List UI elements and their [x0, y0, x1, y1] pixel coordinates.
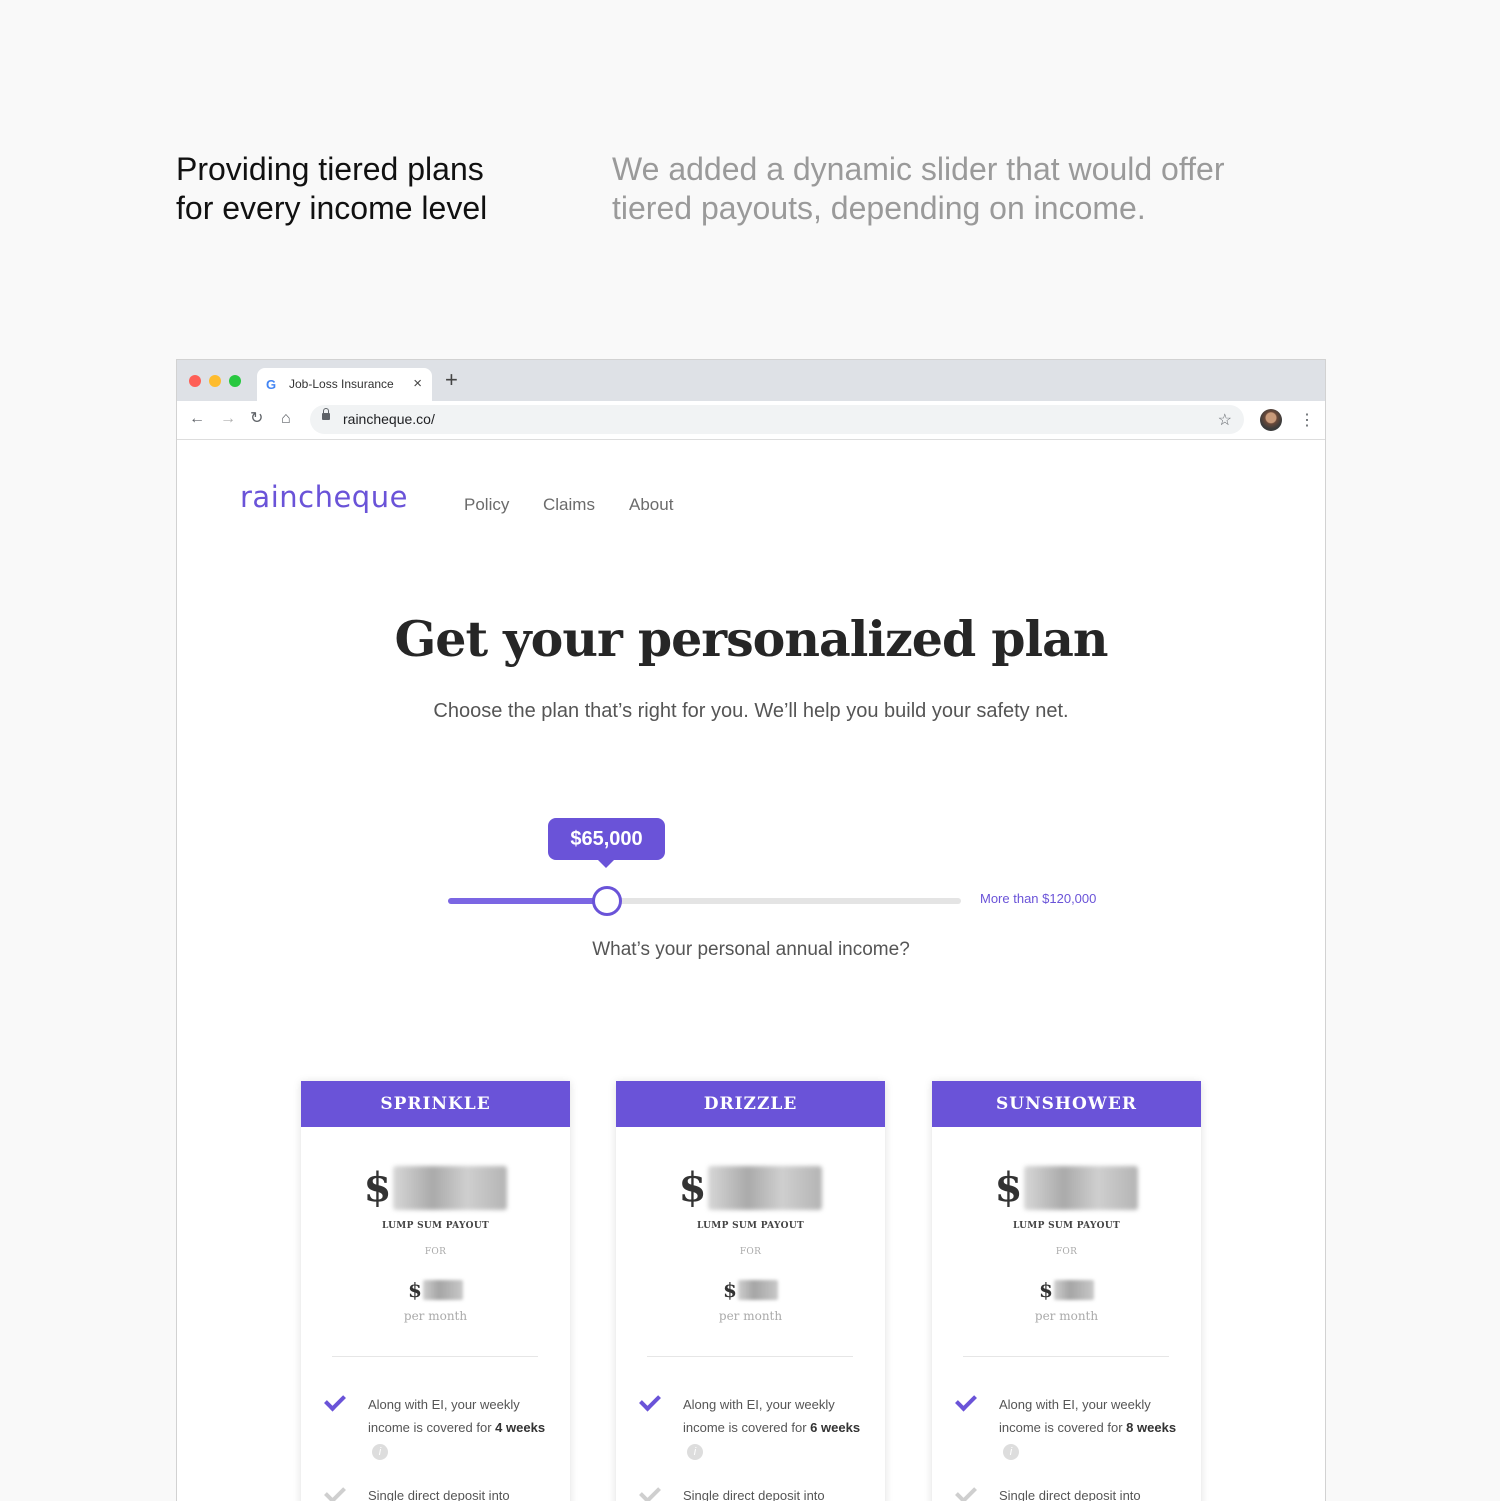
plan-name: SUNSHOWER: [932, 1081, 1201, 1127]
card-divider: [332, 1356, 538, 1357]
check-icon: [955, 1481, 977, 1501]
info-icon[interactable]: i: [372, 1443, 388, 1460]
for-label: FOR: [1055, 1247, 1078, 1257]
for-label: FOR: [739, 1247, 762, 1257]
check-icon: [324, 1481, 346, 1501]
browser-window: G Job-Loss Insurance × + ← → ↻ ⌂ rainche…: [176, 359, 1326, 1501]
caption-description-line-1: We added a dynamic slider that would off…: [612, 151, 1225, 187]
lump-sum-amount: $: [932, 1165, 1201, 1211]
maximize-window-icon[interactable]: [229, 375, 241, 387]
for-label: FOR: [424, 1247, 447, 1257]
lump-sum-label: LUMP SUM PAYOUT: [1013, 1221, 1120, 1231]
close-window-icon[interactable]: [189, 375, 201, 387]
new-tab-button[interactable]: +: [445, 369, 458, 391]
feature-coverage: Along with EI, your weekly income is cov…: [999, 1393, 1179, 1462]
lump-sum-label: LUMP SUM PAYOUT: [382, 1221, 489, 1231]
lump-sum-amount: $: [616, 1165, 885, 1211]
blurred-amount: [1024, 1166, 1139, 1210]
back-arrow-icon[interactable]: ←: [189, 411, 205, 427]
kebab-menu-icon[interactable]: ⋮: [1299, 410, 1315, 430]
slider-max-label: More than $120,000: [980, 891, 1097, 906]
google-favicon-icon: G: [266, 377, 277, 392]
per-month-label: per month: [403, 1309, 468, 1323]
page-subtitle: Choose the plan that’s right for you. We…: [433, 700, 1069, 722]
address-url: raincheque.co/: [343, 411, 435, 427]
monthly-price: $: [616, 1278, 885, 1302]
feature-deposit: Single direct deposit into: [368, 1488, 510, 1501]
lock-icon: [322, 408, 330, 420]
tab-title: Job-Loss Insurance: [289, 377, 394, 391]
nav-link-policy[interactable]: Policy: [464, 495, 509, 515]
currency-symbol: $: [678, 1164, 707, 1211]
currency-symbol: $: [363, 1164, 392, 1211]
tab-close-icon[interactable]: ×: [413, 375, 422, 392]
forward-arrow-icon[interactable]: →: [220, 411, 236, 427]
browser-toolbar: ← → ↻ ⌂ raincheque.co/ ☆ ⋮: [177, 401, 1325, 440]
income-slider-fill: [448, 898, 608, 904]
lump-sum-amount: $: [301, 1165, 570, 1211]
income-slider-track[interactable]: [448, 886, 961, 916]
address-bar[interactable]: raincheque.co/ ☆: [310, 405, 1244, 434]
check-icon: [324, 1389, 346, 1412]
slider-value-bubble: $65,000: [548, 818, 665, 868]
minimize-window-icon[interactable]: [209, 375, 221, 387]
check-icon: [639, 1481, 661, 1501]
feature-coverage-weeks: 4 weeks: [495, 1420, 546, 1435]
browser-tab[interactable]: G Job-Loss Insurance ×: [257, 368, 432, 401]
feature-deposit: Single direct deposit into: [683, 1488, 825, 1501]
currency-symbol: $: [723, 1278, 737, 1302]
reload-icon[interactable]: ↻: [250, 411, 263, 427]
caption-title-line-1: Providing tiered plans: [176, 151, 484, 187]
plan-card-sunshower[interactable]: SUNSHOWER $ LUMP SUM PAYOUT FOR $ per mo…: [932, 1081, 1201, 1501]
nav-link-claims[interactable]: Claims: [543, 495, 595, 515]
feature-deposit: Single direct deposit into: [999, 1488, 1141, 1501]
plan-name: DRIZZLE: [616, 1081, 885, 1127]
blurred-amount: [708, 1166, 823, 1210]
info-icon[interactable]: i: [687, 1443, 703, 1460]
caption-title-line-2: for every income level: [176, 190, 488, 226]
blurred-monthly-amount: [1053, 1280, 1094, 1300]
currency-symbol: $: [994, 1164, 1023, 1211]
caption-description: We added a dynamic slider that would off…: [612, 150, 1312, 228]
per-month-label: per month: [1034, 1309, 1099, 1323]
per-month-label: per month: [718, 1309, 783, 1323]
income-question: What’s your personal annual income?: [592, 939, 910, 960]
income-slider-thumb[interactable]: [592, 886, 623, 916]
plan-card-sprinkle[interactable]: SPRINKLE $ LUMP SUM PAYOUT FOR $ per mon…: [301, 1081, 570, 1501]
plan-name: SPRINKLE: [301, 1081, 570, 1127]
feature-coverage: Along with EI, your weekly income is cov…: [368, 1393, 548, 1462]
currency-symbol: $: [408, 1278, 422, 1302]
star-icon[interactable]: ☆: [1218, 410, 1232, 430]
blurred-monthly-amount: [737, 1280, 778, 1300]
feature-coverage-weeks: 8 weeks: [1126, 1420, 1177, 1435]
nav-link-about[interactable]: About: [629, 495, 673, 515]
card-divider: [963, 1356, 1169, 1357]
page-title: Get your personalized plan: [394, 610, 1108, 668]
blurred-amount: [393, 1166, 508, 1210]
caption-title: Providing tiered plans for every income …: [176, 150, 556, 228]
web-page: raincheque Policy Claims About Get your …: [177, 440, 1325, 1501]
site-logo[interactable]: raincheque: [240, 480, 408, 514]
currency-symbol: $: [1039, 1278, 1053, 1302]
home-icon[interactable]: ⌂: [281, 411, 291, 427]
plan-card-drizzle[interactable]: DRIZZLE $ LUMP SUM PAYOUT FOR $ per mont…: [616, 1081, 885, 1501]
monthly-price: $: [301, 1278, 570, 1302]
tab-bar: G Job-Loss Insurance × +: [177, 360, 1325, 401]
caption-description-line-2: tiered payouts, depending on income.: [612, 190, 1146, 226]
check-icon: [955, 1389, 977, 1412]
blurred-monthly-amount: [422, 1280, 463, 1300]
card-divider: [647, 1356, 853, 1357]
feature-coverage: Along with EI, your weekly income is cov…: [683, 1393, 863, 1462]
check-icon: [639, 1389, 661, 1412]
feature-coverage-weeks: 6 weeks: [810, 1420, 861, 1435]
lump-sum-label: LUMP SUM PAYOUT: [697, 1221, 804, 1231]
monthly-price: $: [932, 1278, 1201, 1302]
profile-avatar[interactable]: [1260, 409, 1282, 431]
info-icon[interactable]: i: [1003, 1443, 1019, 1460]
